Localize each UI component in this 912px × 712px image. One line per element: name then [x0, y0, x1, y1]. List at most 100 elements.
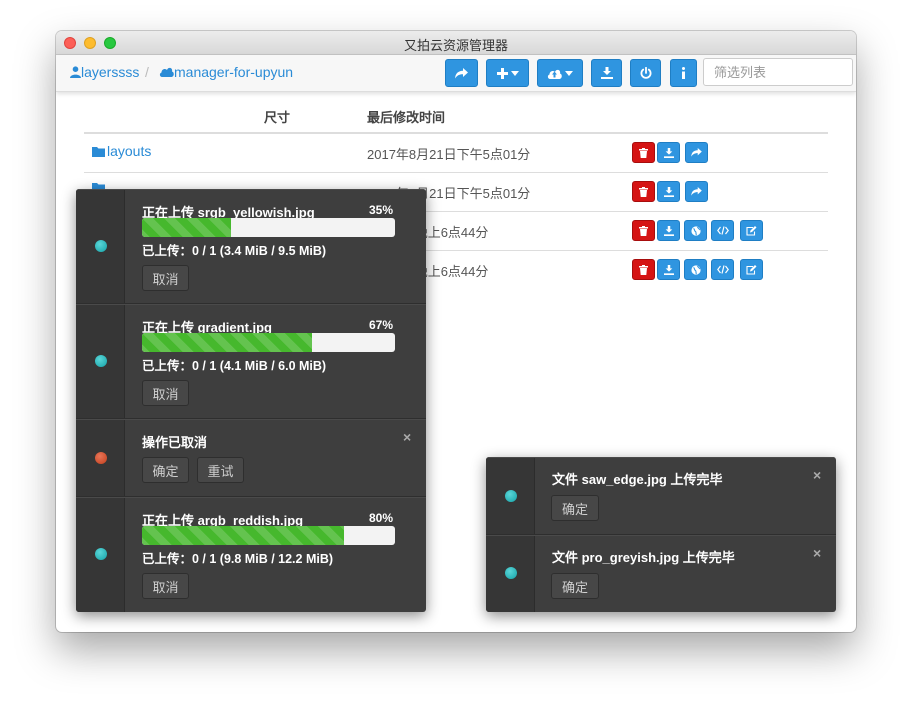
code-icon — [716, 265, 729, 274]
title-bar: 又拍云资源管理器 — [56, 31, 856, 55]
globe-icon — [690, 225, 701, 236]
share-icon — [455, 67, 468, 78]
table-header-divider — [84, 132, 828, 134]
trash-icon — [639, 186, 648, 197]
delete-button[interactable] — [632, 181, 655, 202]
progress-fill — [142, 333, 312, 352]
status-dot — [95, 355, 107, 367]
complete-notification: 文件 pro_greyish.jpg 上传完毕 × 确定 — [486, 535, 836, 612]
cloud-upload-icon — [547, 69, 562, 79]
upload-notification: 正在上传 gradient.jpg 67% 已上传：0 / 1 (4.1 MiB… — [76, 304, 426, 419]
notification-sidebar — [486, 458, 535, 534]
status-dot — [95, 240, 107, 252]
delete-button[interactable] — [632, 142, 655, 163]
close-icon[interactable]: × — [813, 545, 821, 561]
confirm-button[interactable]: 确定 — [142, 457, 189, 483]
table-row-name[interactable]: layouts — [92, 143, 151, 159]
caret-down-icon — [510, 70, 519, 76]
close-icon[interactable]: × — [403, 429, 411, 445]
status-dot — [505, 490, 517, 502]
file-modified: 2017年8月21日下午5点01分 — [367, 147, 531, 162]
download-button[interactable] — [657, 259, 680, 280]
complete-notification: 文件 saw_edge.jpg 上传完毕 × 确定 — [486, 457, 836, 535]
cancel-button[interactable]: 取消 — [142, 265, 189, 291]
download-icon — [663, 264, 674, 275]
confirm-button[interactable]: 确定 — [551, 573, 599, 599]
breadcrumb-bucket-label: manager-for-upyun — [174, 64, 294, 80]
trash-icon — [639, 225, 648, 236]
breadcrumb-separator: / — [145, 64, 149, 80]
progress-percent: 35% — [369, 203, 394, 217]
delete-button[interactable] — [632, 259, 655, 280]
file-name: layouts — [107, 143, 152, 159]
notification-sidebar — [76, 190, 125, 303]
filter-input[interactable] — [703, 58, 853, 86]
share-button[interactable] — [685, 181, 708, 202]
share-icon — [691, 148, 702, 157]
edit-button[interactable] — [740, 259, 763, 280]
power-button[interactable] — [630, 59, 661, 87]
progress-fill — [142, 218, 231, 237]
status-dot — [95, 548, 107, 560]
caret-down-icon — [565, 70, 573, 76]
info-button[interactable] — [670, 59, 697, 87]
code-button[interactable] — [711, 259, 734, 280]
share-button[interactable] — [445, 59, 478, 87]
download-icon — [600, 67, 613, 79]
download-icon — [663, 186, 674, 197]
notification-sidebar — [486, 536, 535, 612]
download-button[interactable] — [591, 59, 622, 87]
status-dot — [505, 567, 517, 579]
edit-icon — [746, 225, 757, 236]
column-header-size: 尺寸 — [264, 110, 291, 125]
new-dropdown-button[interactable] — [486, 59, 529, 87]
window-title: 又拍云资源管理器 — [403, 38, 508, 53]
notification-title: 操作已取消 — [142, 435, 208, 450]
globe-button[interactable] — [684, 259, 707, 280]
column-header-modified: 最后修改时间 — [367, 110, 446, 125]
download-icon — [663, 225, 674, 236]
upload-detail: 已上传：0 / 1 (4.1 MiB / 6.0 MiB) — [142, 359, 327, 373]
progress-percent: 67% — [369, 318, 394, 332]
status-dot — [95, 452, 107, 464]
share-button[interactable] — [685, 142, 708, 163]
cloud-icon — [159, 67, 174, 77]
download-button[interactable] — [657, 142, 680, 163]
plus-icon — [496, 67, 508, 79]
progress-percent: 80% — [369, 511, 394, 525]
edit-icon — [746, 264, 757, 275]
globe-button[interactable] — [684, 220, 707, 241]
download-button[interactable] — [657, 220, 680, 241]
retry-button[interactable]: 重试 — [197, 457, 244, 483]
notification-title: 文件 saw_edge.jpg 上传完毕 — [552, 472, 723, 487]
cancel-button[interactable]: 取消 — [142, 380, 189, 406]
cancel-button[interactable]: 取消 — [142, 573, 189, 599]
download-button[interactable] — [657, 181, 680, 202]
download-icon — [663, 147, 674, 158]
upload-detail: 已上传：0 / 1 (3.4 MiB / 9.5 MiB) — [142, 244, 327, 258]
notification-sidebar — [76, 420, 125, 496]
close-icon[interactable]: × — [813, 467, 821, 483]
breadcrumb-user-label: layerssss — [81, 64, 140, 80]
toolbar: layerssss / manager-for-upyun — [56, 55, 856, 92]
progress-bar — [142, 218, 395, 237]
trash-icon — [639, 264, 648, 275]
delete-button[interactable] — [632, 220, 655, 241]
notification-sidebar — [76, 498, 125, 612]
completed-notifications-panel: 文件 saw_edge.jpg 上传完毕 × 确定 文件 pro_greyish… — [486, 457, 836, 612]
notification-title: 文件 pro_greyish.jpg 上传完毕 — [552, 550, 735, 565]
cancelled-notification: 操作已取消 × 确定 重试 — [76, 419, 426, 497]
upload-notification: 正在上传 srgb_yellowish.jpg 35% 已上传：0 / 1 (3… — [76, 189, 426, 304]
notification-sidebar — [76, 305, 125, 418]
upload-dropdown-button[interactable] — [537, 59, 583, 87]
breadcrumb-bucket[interactable]: manager-for-upyun — [159, 64, 293, 80]
code-button[interactable] — [711, 220, 734, 241]
upload-detail: 已上传：0 / 1 (9.8 MiB / 12.2 MiB) — [142, 552, 334, 566]
confirm-button[interactable]: 确定 — [551, 495, 599, 521]
share-icon — [691, 187, 702, 196]
breadcrumb-user[interactable]: layerssss — [70, 64, 139, 80]
edit-button[interactable] — [740, 220, 763, 241]
folder-icon — [92, 146, 105, 157]
user-icon — [70, 66, 81, 78]
globe-icon — [690, 264, 701, 275]
